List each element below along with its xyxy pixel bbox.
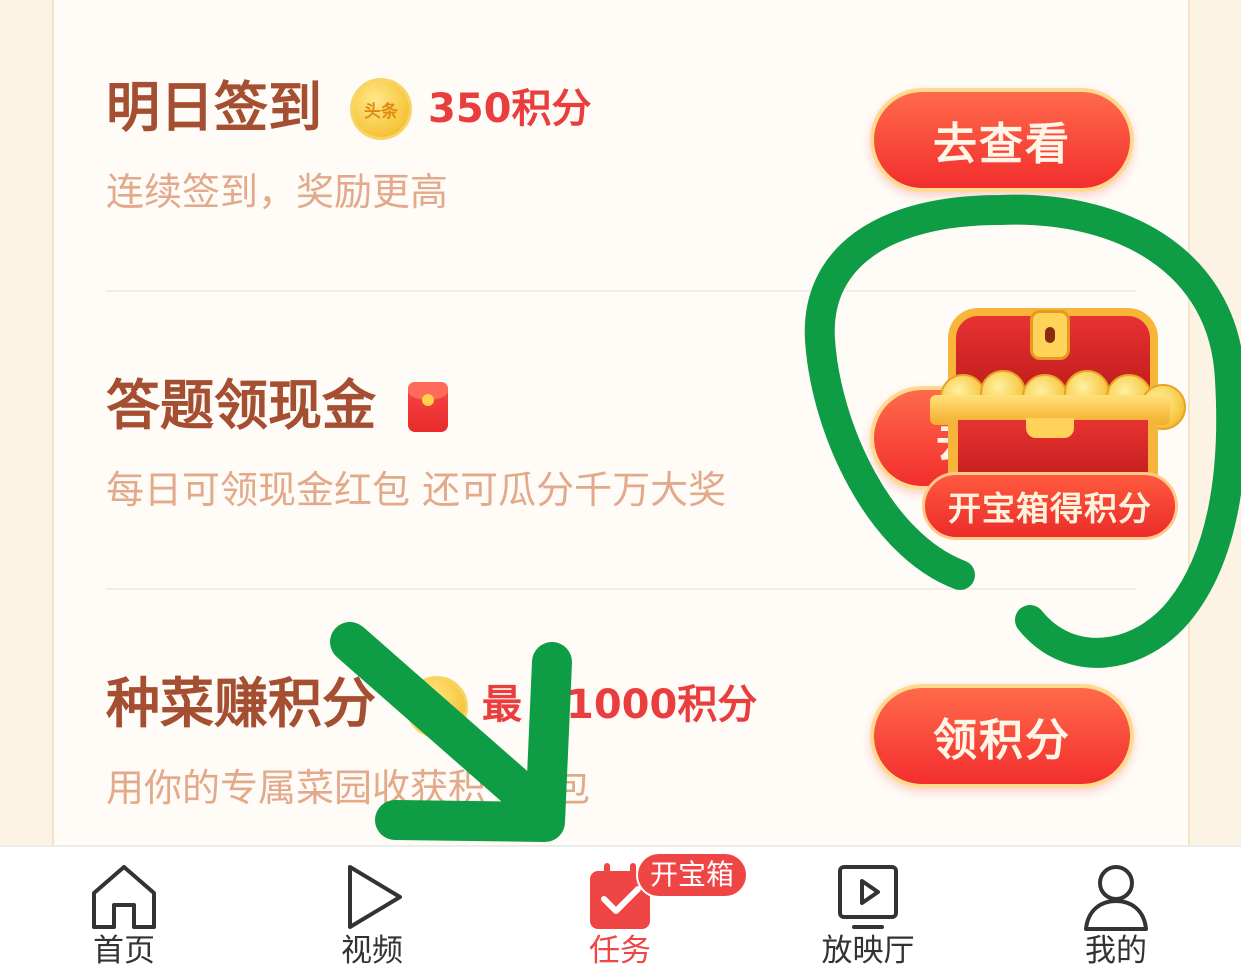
coin-icon: 头条 [350,78,412,140]
task-desc: 连续签到，奖励更高 [106,170,449,214]
tab-home[interactable]: 首页 [44,847,204,976]
coin-icon [406,676,468,738]
task-desc: 每日可领现金红包 还可瓜分千万大奖 [106,468,727,512]
tab-label: 我的 [1085,933,1147,969]
user-icon [1084,865,1148,931]
tab-theater[interactable]: 放映厅 [788,847,948,976]
tv-icon [838,865,898,929]
divider [106,588,1136,590]
task-reward-part-b: 1000积分 [566,682,758,728]
tab-profile[interactable]: 我的 [1036,847,1196,976]
red-packet-icon [408,382,448,432]
lock-icon [1030,310,1070,360]
divider [106,290,1136,292]
open-chest-badge: 开宝箱 [636,852,749,898]
task-desc: 用你的专属菜园收获积 [106,766,487,810]
claim-points-button[interactable]: 领积分 [870,684,1134,788]
open-chest-label[interactable]: 开宝箱得积分 [922,472,1178,540]
treasure-chest-widget[interactable]: 开宝箱得积分 [900,300,1200,550]
home-icon [92,865,156,929]
play-icon [348,865,402,929]
tab-label: 放映厅 [821,933,915,969]
task-reward: 350积分 [428,86,592,132]
task-title: 明日签到 [106,76,322,139]
tab-video[interactable]: 视频 [292,847,452,976]
tab-label: 首页 [93,933,155,969]
tab-label: 任务 [589,933,651,969]
task-page: 明日签到 头条 350积分 连续签到，奖励更高 去查看 答题领现金 每日可领现金… [0,0,1241,976]
task-title: 种菜赚积分 [106,672,376,735]
view-button[interactable]: 去查看 [870,88,1134,192]
chest-clasp [1026,418,1074,438]
task-reward-part-a: 最 [482,682,522,728]
tab-label: 视频 [341,933,403,969]
task-title: 答题领现金 [106,374,376,437]
bottom-tab-bar: 首页 视频 任务 放映厅 我的 [0,845,1241,976]
task-desc-tail: 包 [552,766,591,810]
